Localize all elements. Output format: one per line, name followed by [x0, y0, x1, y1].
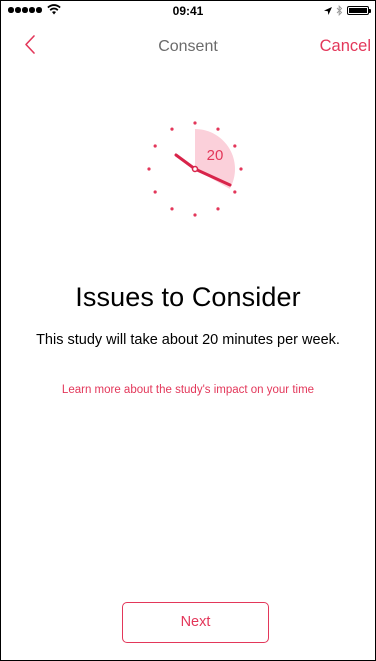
- clock-tick-dot: [193, 121, 197, 125]
- clock-tick-dot: [216, 127, 220, 131]
- battery-icon: [347, 6, 371, 15]
- clock-tick-dot: [239, 167, 243, 171]
- clock-tick-dot: [216, 207, 220, 211]
- phone-screen: 09:41 Consent Cancel 20 Issues to Consid…: [0, 0, 376, 661]
- clock-center: [191, 165, 199, 173]
- status-time: 09:41: [172, 4, 204, 18]
- description-text: This study will take about 20 minutes pe…: [36, 332, 340, 348]
- cancel-button[interactable]: Cancel: [320, 37, 371, 56]
- page-title: Issues to Consider: [75, 282, 301, 312]
- status-bar: 09:41: [1, 1, 375, 21]
- clock-tick-dot: [170, 127, 174, 131]
- clock-tick-dot: [233, 190, 237, 194]
- clock-tick-dot: [153, 190, 157, 194]
- clock-tick-dot: [233, 144, 237, 148]
- clock-illustration: 20: [147, 121, 243, 217]
- clock-tick-dot: [153, 144, 157, 148]
- learn-more-link[interactable]: Learn more about the study's impact on y…: [56, 383, 320, 398]
- navigation-bar: Consent Cancel: [1, 25, 375, 69]
- location-arrow-icon: [324, 6, 332, 15]
- status-icons: [324, 5, 371, 16]
- next-button[interactable]: Next: [122, 602, 269, 643]
- clock-tick-dot: [193, 213, 197, 217]
- clock-tick-dot: [147, 167, 151, 171]
- bluetooth-icon: [336, 5, 343, 16]
- clock-minute-hand: [174, 153, 197, 171]
- clock-tick-dot: [170, 207, 174, 211]
- minutes-label: 20: [207, 147, 224, 164]
